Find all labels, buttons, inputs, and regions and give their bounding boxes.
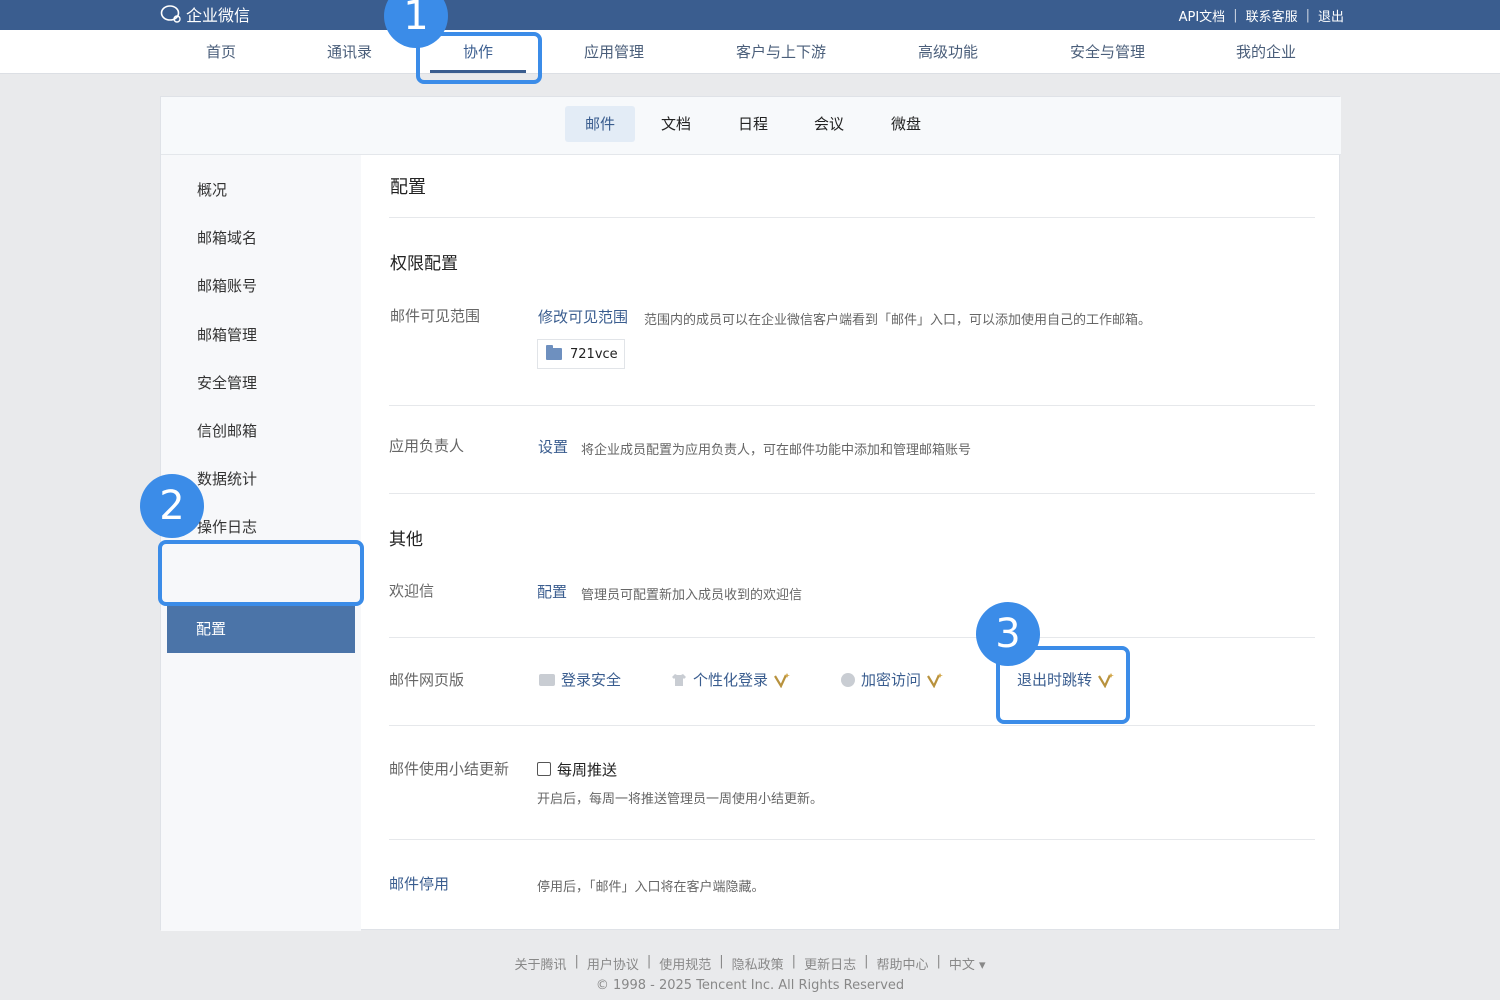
logo-text: 企业微信	[186, 6, 251, 25]
callout-badge-3: 3	[976, 602, 1040, 666]
disable-mail-link[interactable]: 邮件停用	[389, 873, 449, 894]
sidebar-item-xinchuang[interactable]: 信创邮箱	[197, 420, 257, 441]
api-docs-link[interactable]: API文档	[1179, 6, 1226, 25]
nav-item-contacts[interactable]: 通讯录	[327, 30, 372, 74]
main-nav: 首页 通讯录 协作 应用管理 客户与上下游 高级功能 安全与管理 我的企业	[0, 30, 1500, 74]
tab-schedule[interactable]: 日程	[718, 106, 788, 142]
separator: |	[719, 954, 724, 969]
divider	[389, 493, 1315, 494]
nav-item-advanced[interactable]: 高级功能	[918, 30, 978, 74]
tab-drive[interactable]: 微盘	[871, 106, 941, 142]
callout-highlight-2	[158, 540, 364, 606]
sub-tabs: 邮件 文档 日程 会议 微盘	[161, 97, 1341, 155]
vip-badge-icon	[927, 672, 944, 688]
tab-meeting[interactable]: 会议	[794, 106, 864, 142]
separator: |	[1305, 8, 1310, 23]
summary-description: 开启后，每周一将推送管理员一周使用小结更新。	[537, 792, 824, 807]
footer-link-help[interactable]: 帮助中心	[876, 954, 928, 973]
sidebar-item-accounts[interactable]: 邮箱账号	[197, 275, 257, 296]
disable-description: 停用后，「邮件」入口将在客户端隐藏。	[537, 880, 765, 895]
separator: |	[646, 954, 652, 969]
tab-mail[interactable]: 邮件	[565, 106, 636, 142]
top-bar: 企业微信 API文档 | 联系客服 | 退出	[0, 0, 1500, 30]
configure-welcome-link[interactable]: 配置	[537, 581, 567, 602]
nav-item-customers[interactable]: 客户与上下游	[736, 30, 826, 74]
monitor-icon	[539, 673, 555, 686]
callout-badge-2: 2	[140, 474, 204, 538]
owner-description: 将企业成员配置为应用负责人，可在邮件功能中添加和管理邮箱账号	[581, 443, 972, 458]
separator: |	[864, 954, 869, 969]
weekly-push-checkbox[interactable]	[537, 762, 551, 776]
set-owner-link[interactable]: 设置	[538, 436, 568, 457]
footer-link-usage[interactable]: 使用规范	[659, 954, 711, 973]
owner-label: 应用负责人	[389, 437, 465, 455]
shield-icon	[841, 672, 855, 687]
sidebar-item-config[interactable]: 配置	[167, 605, 355, 653]
footer-link-about[interactable]: 关于腾讯	[514, 954, 566, 973]
welcome-description: 管理员可配置新加入成员收到的欢迎信	[581, 588, 803, 603]
separator: |	[936, 954, 941, 969]
feature-label: 登录安全	[561, 671, 622, 689]
visibility-description: 范围内的成员可以在企业微信客户端看到「邮件」入口，可以添加使用自己的工作邮箱。	[644, 313, 1152, 328]
feature-login-security[interactable]: 登录安全	[539, 669, 621, 690]
section-heading-other: 其他	[389, 530, 423, 550]
sidebar-item-mailbox-management[interactable]: 邮箱管理	[197, 324, 257, 345]
nav-item-my-company[interactable]: 我的企业	[1236, 30, 1296, 74]
divider	[389, 217, 1315, 218]
logo[interactable]: 企业微信	[160, 2, 250, 26]
feature-label: 个性化登录	[693, 671, 769, 689]
folder-icon	[546, 345, 562, 360]
sidebar-item-security-management[interactable]: 安全管理	[197, 372, 257, 393]
language-selector[interactable]: 中文 ▾	[949, 954, 986, 973]
visibility-tag[interactable]: 721vce	[537, 339, 625, 369]
separator: |	[574, 954, 579, 969]
footer-link-privacy[interactable]: 隐私政策	[732, 954, 784, 973]
wecom-logo-icon	[160, 5, 181, 23]
tab-docs[interactable]: 文档	[641, 106, 711, 142]
sidebar-item-domain[interactable]: 邮箱域名	[197, 227, 257, 248]
nav-item-security[interactable]: 安全与管理	[1070, 30, 1145, 74]
top-links: API文档 | 联系客服 | 退出	[1179, 6, 1344, 25]
copyright: © 1998 - 2025 Tencent Inc. All Rights Re…	[595, 978, 905, 993]
summary-label: 邮件使用小结更新	[389, 760, 510, 778]
welcome-label: 欢迎信	[389, 582, 435, 600]
separator: |	[791, 954, 797, 969]
sidebar-item-operation-log[interactable]: 操作日志	[197, 516, 257, 537]
footer-link-changelog[interactable]: 更新日志	[804, 954, 856, 973]
feature-encrypted-access[interactable]: 加密访问	[841, 669, 944, 690]
logout-link[interactable]: 退出	[1318, 6, 1344, 25]
visibility-label: 邮件可见范围	[390, 307, 481, 325]
divider	[389, 839, 1315, 840]
vip-badge-icon	[774, 672, 791, 688]
weekly-push-label[interactable]: 每周推送	[557, 759, 617, 780]
contact-support-link[interactable]: 联系客服	[1246, 6, 1298, 25]
visibility-tag-label: 721vce	[570, 346, 618, 362]
main-panel: 配置 权限配置 邮件可见范围 修改可见范围 范围内的成员可以在企业微信客户端看到…	[389, 155, 1315, 931]
footer-link-agreement[interactable]: 用户协议	[587, 954, 639, 973]
feature-personalized-login[interactable]: 个性化登录	[671, 669, 791, 690]
sidebar-item-overview[interactable]: 概况	[197, 179, 227, 200]
nav-item-home[interactable]: 首页	[206, 30, 236, 74]
feature-label: 加密访问	[861, 671, 922, 689]
divider	[389, 405, 1315, 406]
section-heading-permission: 权限配置	[390, 254, 458, 274]
modify-visibility-link[interactable]: 修改可见范围	[538, 306, 628, 327]
page-title: 配置	[390, 177, 426, 198]
divider	[389, 637, 1315, 638]
nav-item-app-management[interactable]: 应用管理	[584, 30, 644, 74]
content-card: 邮件 文档 日程 会议 微盘 概况 邮箱域名 邮箱账号 邮箱管理 安全管理 信创…	[160, 96, 1341, 931]
divider	[389, 725, 1315, 726]
shirt-icon	[672, 673, 686, 686]
separator: |	[1233, 8, 1238, 23]
sidebar-item-statistics[interactable]: 数据统计	[197, 468, 257, 489]
footer: 关于腾讯 | 用户协议 | 使用规范 | 隐私政策 | 更新日志 | 帮助中心 | 中文 ▾	[0, 954, 1500, 973]
web-version-label: 邮件网页版	[389, 671, 465, 689]
